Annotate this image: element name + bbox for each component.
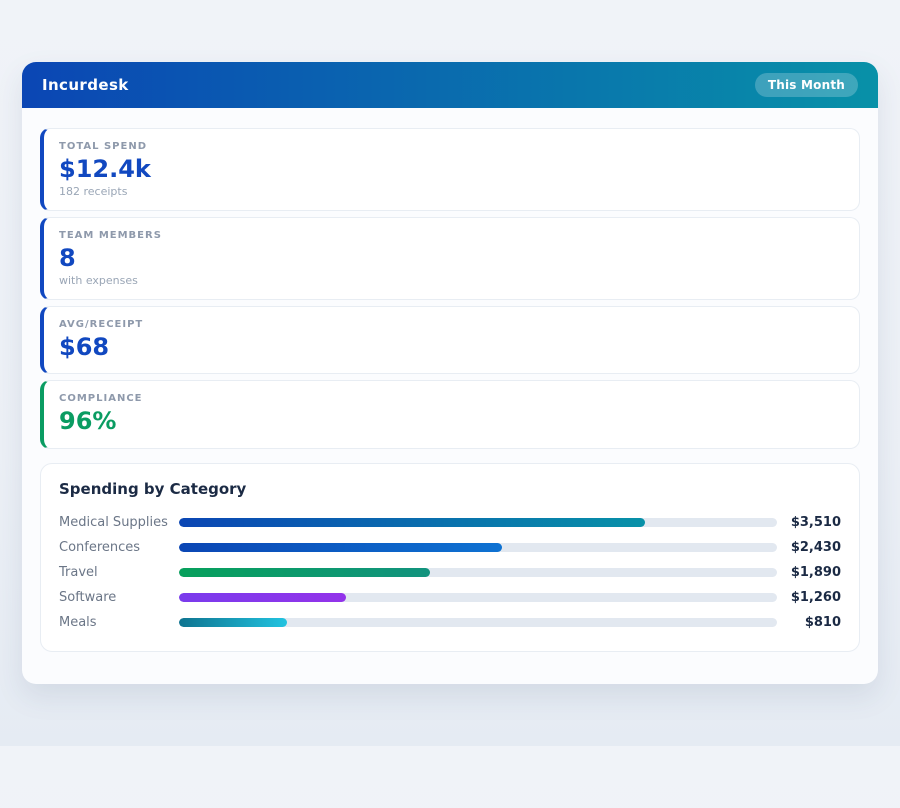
category-amount: $3,510 [777,515,841,530]
bar-fill [179,518,645,527]
stat-card-total-spend: TOTAL SPEND $12.4k 182 receipts [40,128,860,211]
bar-track [179,618,777,627]
category-label: Travel [59,565,179,580]
app-title: Incurdesk [42,76,129,94]
stat-subtext: 182 receipts [59,185,843,198]
bar-row-meals: Meals $810 [59,610,841,635]
spending-by-category-panel: Spending by Category Medical Supplies $3… [40,463,860,652]
category-amount: $1,890 [777,565,841,580]
stat-label: AVG/RECEIPT [59,319,843,330]
category-label: Conferences [59,540,179,555]
stat-card-team-members: TEAM MEMBERS 8 with expenses [40,217,860,300]
app-header: Incurdesk This Month [22,62,878,108]
bar-track [179,593,777,602]
bar-row-medical-supplies: Medical Supplies $3,510 [59,510,841,535]
bar-row-software: Software $1,260 [59,585,841,610]
app-card: Incurdesk This Month TOTAL SPEND $12.4k … [22,62,878,684]
stat-card-compliance: COMPLIANCE 96% [40,380,860,449]
stat-value: $12.4k [59,155,843,184]
bar-fill [179,568,430,577]
bar-track [179,518,777,527]
category-label: Software [59,590,179,605]
bar-row-conferences: Conferences $2,430 [59,535,841,560]
bar-fill [179,618,287,627]
app-body: TOTAL SPEND $12.4k 182 receipts TEAM MEM… [22,108,878,672]
bar-track [179,568,777,577]
bar-track [179,543,777,552]
stat-card-avg-receipt: AVG/RECEIPT $68 [40,306,860,375]
panel-title: Spending by Category [59,480,841,498]
stat-value: 8 [59,244,843,273]
bar-row-travel: Travel $1,890 [59,560,841,585]
stat-label: TOTAL SPEND [59,141,843,152]
category-label: Meals [59,615,179,630]
stat-value: $68 [59,333,843,362]
category-amount: $1,260 [777,590,841,605]
period-badge[interactable]: This Month [755,73,858,97]
stat-value: 96% [59,407,843,436]
stat-label: COMPLIANCE [59,393,843,404]
category-amount: $2,430 [777,540,841,555]
category-amount: $810 [777,615,841,630]
category-label: Medical Supplies [59,515,179,530]
bar-fill [179,593,346,602]
stat-label: TEAM MEMBERS [59,230,843,241]
stat-subtext: with expenses [59,274,843,287]
bar-fill [179,543,502,552]
